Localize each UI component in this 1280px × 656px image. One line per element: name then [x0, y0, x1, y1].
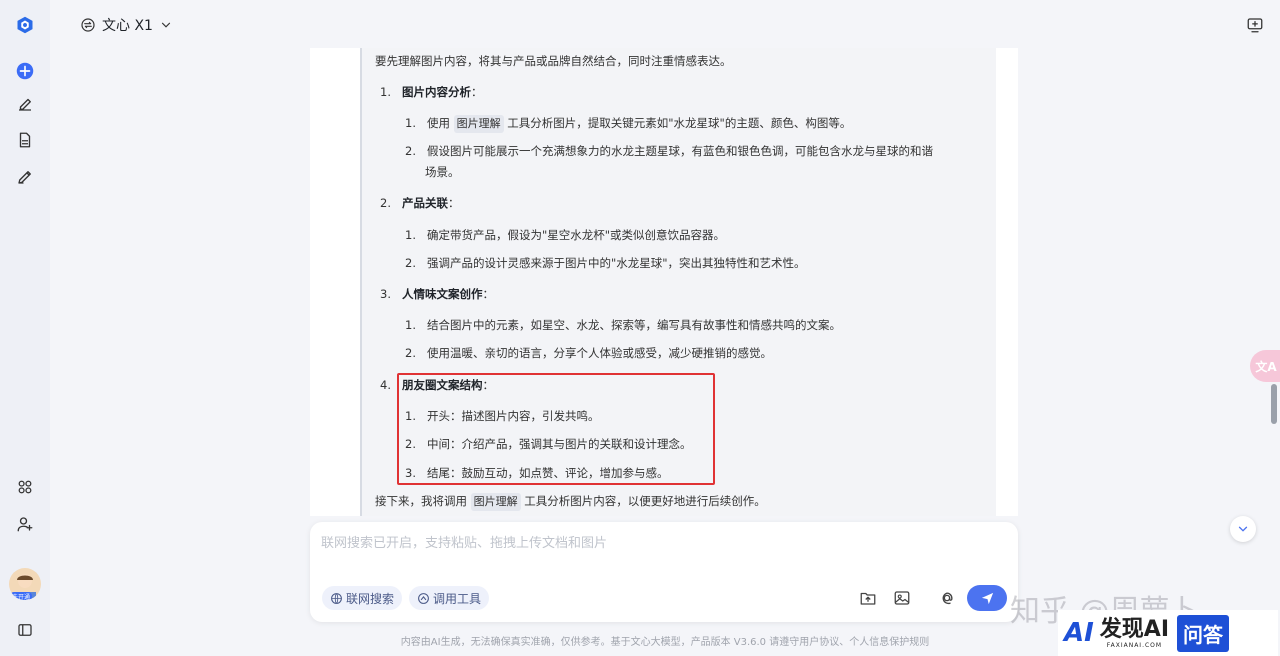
document-icon[interactable] [12, 127, 38, 153]
qa-badge: 问答 [1177, 614, 1230, 652]
brush-draw-icon[interactable] [12, 164, 38, 190]
section-heading: 2. 产品关联： [380, 196, 460, 210]
add-user-icon[interactable] [12, 511, 38, 537]
list-item: 1. 确定带货产品，假设为"星空水龙杯"或类似创意饮品容器。 [405, 228, 726, 242]
model-label: 文心 X1 [102, 18, 153, 34]
new-chat-plus-icon[interactable] [12, 58, 38, 84]
chat-message-area[interactable]: 要先理解图片内容，将其与产品或品牌自然结合，同时注重情感表达。 1. 图片内容分… [310, 48, 1018, 516]
section-heading: 3. 人情味文案创作： [380, 287, 494, 301]
list-item: 2. 使用温暖、亲切的语言，分享个人体验或感受，减少硬推销的感觉。 [405, 346, 772, 360]
web-search-toggle[interactable]: 联网搜索 [322, 586, 403, 610]
mention-at-icon[interactable] [937, 588, 957, 608]
brand-name: 发现AI [1099, 616, 1170, 642]
avatar[interactable]: 未开通 [9, 568, 41, 600]
tool-chip: 图片理解 [470, 493, 521, 511]
call-tools-button[interactable]: 调用工具 [409, 586, 490, 610]
chevron-down-icon [1238, 526, 1248, 532]
chat-input-placeholder[interactable]: 联网搜索已开启，支持粘贴、拖拽上传文档和图片 [321, 532, 607, 551]
pen-write-icon[interactable] [12, 91, 38, 117]
list-item: 1. 结合图片中的元素，如星空、水龙、探索等，编写具有故事性和情感共鸣的文案。 [405, 318, 841, 332]
thinking-outro: 接下来，我将调用 图片理解 工具分析图片内容，以便更好地进行后续创作。 [375, 492, 766, 511]
list-item: 2. 假设图片可能展示一个充满想象力的水龙主题星球，有蓝色和银色色调，可能包含水… [405, 144, 933, 158]
new-window-icon[interactable] [1244, 14, 1266, 36]
tools-icon [418, 592, 429, 604]
ai-logo-icon: AI [1064, 618, 1094, 648]
list-item: 3. 结尾：鼓励互动，如点赞、评论，增加参与感。 [405, 466, 669, 480]
brand-domain: FAXIANAI.COM [1106, 641, 1163, 649]
globe-icon [331, 592, 342, 604]
model-switcher[interactable]: 文心 X1 [80, 14, 173, 36]
chat-input-box[interactable]: 联网搜索已开启，支持粘贴、拖拽上传文档和图片 联网搜索 调用工具 [310, 522, 1018, 622]
list-item: 2. 中间：介绍产品，强调其与图片的关联和设计理念。 [405, 437, 692, 451]
send-button[interactable] [967, 585, 1007, 611]
upload-file-icon[interactable] [858, 588, 878, 608]
model-switch-icon [81, 18, 95, 32]
thinking-intro: 要先理解图片内容，将其与产品或品牌自然结合，同时注重情感表达。 [375, 54, 732, 68]
avatar-label: 未开通 [10, 592, 33, 600]
apps-grid-icon[interactable] [12, 474, 38, 500]
upload-image-icon[interactable] [892, 588, 912, 608]
list-item: 1. 使用 图片理解 工具分析图片，提取关键元素如"水龙星球"的主题、颜色、构图… [405, 114, 851, 133]
scrollbar-thumb[interactable] [1271, 384, 1277, 424]
scroll-to-bottom-button[interactable] [1230, 516, 1256, 542]
section-heading: 1. 图片内容分析： [380, 85, 483, 99]
wenxin-logo-icon[interactable] [12, 12, 38, 38]
chevron-down-icon [161, 22, 171, 28]
tool-chip: 图片理解 [453, 115, 504, 133]
web-search-label: 联网搜索 [346, 591, 395, 606]
list-item-continuation: 场景。 [425, 165, 460, 179]
list-item: 2. 强调产品的设计灵感来源于图片中的"水龙星球"，突出其独特性和艺术性。 [405, 256, 806, 270]
send-icon [981, 592, 993, 604]
translate-label: 文A [1255, 359, 1277, 374]
tools-label: 调用工具 [433, 591, 482, 606]
faxianai-watermark: AI 发现AI FAXIANAI.COM 问答 [1058, 610, 1278, 656]
section-heading: 4. 朋友圈文案结构： [380, 378, 494, 392]
translate-float-button[interactable]: 文A [1250, 350, 1280, 382]
sidebar: 未开通 [0, 0, 50, 656]
list-item: 1. 开头：描述图片内容，引发共鸣。 [405, 409, 600, 423]
